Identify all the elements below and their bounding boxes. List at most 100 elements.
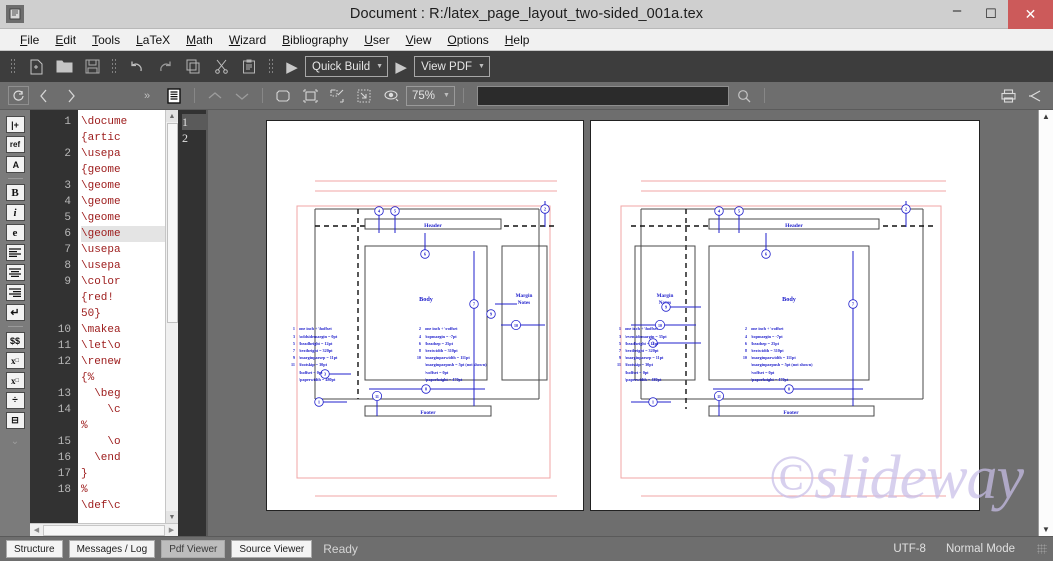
align-left-icon[interactable] (5, 244, 25, 261)
scroll-left-icon[interactable]: ◀ (30, 526, 43, 534)
rail-more-icon[interactable]: ⌄ (11, 436, 19, 447)
undo-icon[interactable] (124, 55, 150, 79)
toolbar-grip[interactable] (10, 58, 17, 75)
fit-page-icon[interactable] (271, 85, 295, 107)
menu-file[interactable]: File (12, 31, 47, 49)
menu-help[interactable]: Help (497, 31, 538, 49)
chevron-left-icon[interactable] (32, 85, 56, 107)
subscript-icon[interactable]: x □ (5, 352, 25, 369)
cut-icon[interactable] (208, 55, 234, 79)
scroll-up-icon[interactable]: ▲ (166, 110, 178, 122)
search-icon[interactable] (732, 85, 756, 107)
superscript-icon[interactable]: x □ (5, 372, 25, 389)
view-run-arrow-icon[interactable]: ▶ (390, 58, 412, 76)
save-icon[interactable] (79, 55, 105, 79)
code-editor[interactable]: \docume {artic​ \usepa​ {geome​ \geome​ \geom… (78, 110, 165, 523)
pdf-page-odd[interactable]: Header Body Margin Notes Footer 4 5 2 6 … (266, 120, 584, 511)
maximize-button[interactable]: ☐ (974, 0, 1008, 29)
open-folder-icon[interactable] (51, 55, 77, 79)
reference-icon[interactable]: ref (5, 136, 25, 153)
pdf-vertical-scrollbar[interactable]: ▲ ▼ (1038, 110, 1053, 536)
fraction-icon[interactable]: ÷ (5, 392, 25, 409)
code-line[interactable]: \usepa​ (81, 146, 165, 162)
menu-wizard[interactable]: Wizard (221, 31, 274, 49)
code-line[interactable]: \c​ (81, 402, 165, 418)
paste-icon[interactable] (236, 55, 262, 79)
code-line[interactable]: % (81, 482, 165, 498)
redo-icon[interactable] (152, 55, 178, 79)
pdf-page-even[interactable]: Header Margin Notes Body Footer (590, 120, 980, 511)
code-line[interactable]: % (81, 418, 165, 434)
editor-hscroll-thumb[interactable] (43, 524, 165, 536)
bold-icon[interactable]: B (5, 184, 25, 201)
pdf-search-input[interactable] (476, 85, 729, 106)
code-line[interactable]: \end​ (81, 450, 165, 466)
code-line[interactable]: \renew​ (81, 354, 165, 370)
run-arrow-icon[interactable]: ▶ (281, 58, 303, 76)
view-pdf-combo[interactable]: View PDF ▼ (414, 56, 490, 77)
code-line[interactable]: \geome​ (81, 226, 165, 242)
code-line[interactable]: \o​ (81, 434, 165, 450)
code-line[interactable]: 50} (81, 306, 165, 322)
code-line[interactable]: \usepa​ (81, 242, 165, 258)
scroll-down-icon[interactable]: ▼ (166, 511, 178, 523)
messages-log-button[interactable]: Messages / Log (68, 540, 156, 558)
resize-grip[interactable] (1037, 544, 1047, 554)
menu-tools[interactable]: Tools (84, 31, 128, 49)
magnifier-eye-icon[interactable] (379, 85, 403, 107)
new-file-icon[interactable] (23, 55, 49, 79)
structure-item[interactable]: 2 (182, 130, 206, 146)
structure-item[interactable]: 1 (182, 114, 206, 130)
structure-button[interactable]: Structure (6, 540, 63, 558)
pdf-scroll-down-icon[interactable]: ▼ (1042, 525, 1050, 534)
chevron-down-icon-3[interactable] (230, 85, 254, 107)
editor-vertical-scrollbar[interactable]: ▲ ▼ (165, 110, 178, 523)
encoding-label[interactable]: UTF-8 (893, 543, 926, 555)
collapse-icon[interactable] (1023, 85, 1047, 107)
code-line[interactable]: \geome​ (81, 210, 165, 226)
pdf-scroll-up-icon[interactable]: ▲ (1042, 112, 1050, 121)
scroll-right-icon[interactable]: ▶ (165, 526, 178, 534)
code-line[interactable]: \docume (81, 114, 165, 130)
zoom-out-icon[interactable] (352, 85, 376, 107)
code-line[interactable]: \geome​ (81, 194, 165, 210)
zoom-in-icon[interactable] (325, 85, 349, 107)
menu-bibliography[interactable]: Bibliography (274, 31, 356, 49)
edit-mode-label[interactable]: Normal Mode (946, 543, 1015, 555)
pdf-viewer-button[interactable]: Pdf Viewer (161, 540, 226, 558)
font-size-icon[interactable]: A (5, 156, 25, 173)
align-center-icon[interactable] (5, 264, 25, 281)
code-line[interactable]: \let\o​ (81, 338, 165, 354)
menu-options[interactable]: Options (439, 31, 496, 49)
menu-user[interactable]: User (356, 31, 397, 49)
math-mode-icon[interactable]: $$ (5, 332, 25, 349)
minimize-button[interactable]: – (940, 0, 974, 29)
code-line[interactable]: {% (81, 370, 165, 386)
code-line[interactable]: {geome​ (81, 162, 165, 178)
quick-build-combo[interactable]: Quick Build ▼ (305, 56, 389, 77)
menu-latex[interactable]: LaTeX (128, 31, 178, 49)
newline-icon[interactable]: ↵ (5, 304, 25, 321)
menu-view[interactable]: View (398, 31, 440, 49)
insert-icon[interactable]: |+ (5, 116, 25, 133)
reload-icon[interactable] (8, 86, 29, 105)
code-line[interactable]: {red! (81, 290, 165, 306)
align-right-icon[interactable] (5, 284, 25, 301)
editor-horizontal-scrollbar[interactable]: ◀ ▶ (30, 523, 178, 536)
pdf-scroll-area[interactable]: Header Body Margin Notes Footer 4 5 2 6 … (208, 110, 1038, 536)
code-line[interactable]: } (81, 466, 165, 482)
italic-icon[interactable]: i (5, 204, 25, 221)
code-line[interactable]: \beg​ (81, 386, 165, 402)
menu-edit[interactable]: Edit (47, 31, 84, 49)
page-layout-icon[interactable] (162, 85, 186, 107)
copy-icon[interactable] (180, 55, 206, 79)
emphasis-icon[interactable]: e (5, 224, 25, 241)
code-line[interactable]: \makea​ (81, 322, 165, 338)
toolbar-grip-3[interactable] (268, 58, 275, 75)
source-viewer-button[interactable]: Source Viewer (231, 540, 313, 558)
chevron-up-icon[interactable] (203, 85, 227, 107)
structure-panel[interactable]: 12 (178, 110, 206, 536)
close-button[interactable]: ✕ (1008, 0, 1053, 29)
double-chevron-icon[interactable]: » (135, 85, 159, 107)
zoom-combo[interactable]: 75% ▼ (406, 85, 455, 106)
